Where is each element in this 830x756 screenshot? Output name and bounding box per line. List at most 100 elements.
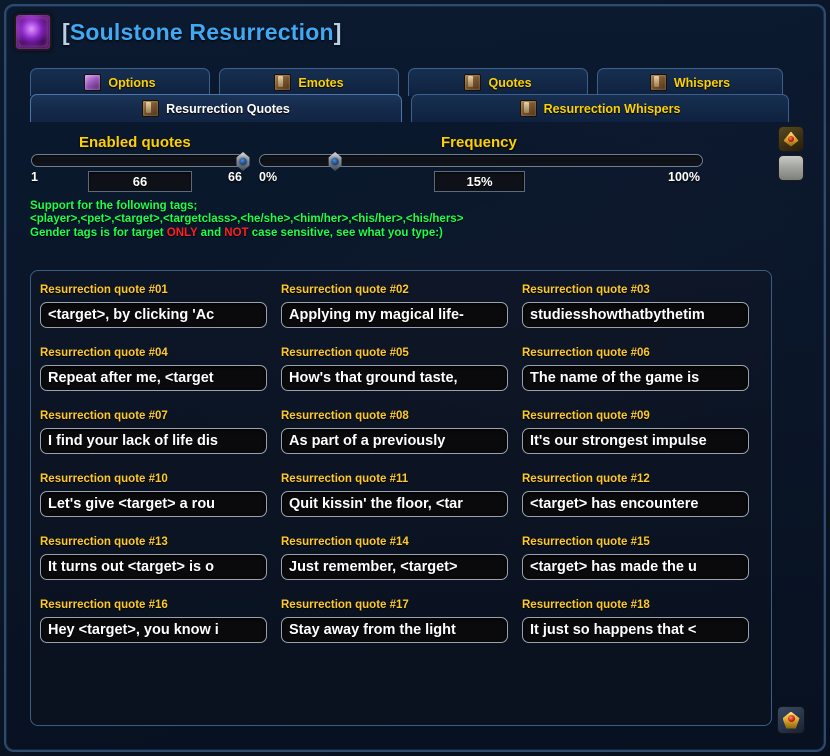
title-label: Soulstone Resurrection bbox=[69, 18, 334, 45]
quote-label: Resurrection quote #10 bbox=[40, 473, 168, 485]
quote-label: Resurrection quote #03 bbox=[522, 284, 650, 296]
tab-quotes[interactable]: Quotes bbox=[408, 68, 588, 96]
quote-input[interactable]: <target>, by clicking 'Ac bbox=[40, 302, 267, 328]
quote-cell: Resurrection quote #03 studiesshowthatbyt… bbox=[522, 284, 749, 328]
enabled-quotes-value-box[interactable]: 66 bbox=[88, 171, 192, 192]
quote-input[interactable]: How's that ground taste, bbox=[281, 365, 508, 391]
tab-quotes-label: Quotes bbox=[488, 75, 532, 90]
soulstone-orb-icon bbox=[14, 13, 52, 51]
gold-gem-icon bbox=[787, 715, 795, 723]
enabled-quotes-min-label: 1 bbox=[31, 170, 38, 184]
quote-label: Resurrection quote #15 bbox=[522, 536, 650, 548]
quote-input[interactable]: I find your lack of life dis bbox=[40, 428, 267, 454]
book-icon bbox=[464, 74, 482, 91]
title-close-bracket: ] bbox=[333, 18, 342, 45]
help-only-keyword: ONLY bbox=[166, 226, 198, 239]
quote-cell: Resurrection quote #14 Just remember, <ta… bbox=[281, 536, 508, 580]
quote-input[interactable]: As part of a previously bbox=[281, 428, 508, 454]
quote-input[interactable]: Stay away from the light bbox=[281, 617, 508, 643]
page-title: [Soulstone Resurrection] bbox=[62, 19, 342, 46]
quote-input[interactable]: studiesshowthatbythetim bbox=[522, 302, 749, 328]
quote-input[interactable]: Quit kissin' the floor, <tar bbox=[281, 491, 508, 517]
tab-emotes[interactable]: Emotes bbox=[219, 68, 399, 96]
quote-cell: Resurrection quote #10 Let's give <target… bbox=[40, 473, 267, 517]
resize-grip[interactable] bbox=[777, 706, 805, 734]
quotes-panel: Resurrection quote #01 <target>, by click… bbox=[30, 270, 772, 726]
quote-label: Resurrection quote #13 bbox=[40, 536, 168, 548]
blank-button[interactable] bbox=[778, 155, 804, 181]
tab-resurrection-quotes[interactable]: Resurrection Quotes bbox=[30, 94, 402, 122]
enabled-quotes-slider[interactable] bbox=[31, 152, 250, 171]
quote-input[interactable]: <target> has made the u bbox=[522, 554, 749, 580]
tab-row-primary: Options Emotes Quotes Whispers bbox=[30, 68, 783, 96]
quote-input[interactable]: It's our strongest impulse bbox=[522, 428, 749, 454]
book-icon bbox=[142, 100, 160, 117]
tab-resurrection-whispers-label: Resurrection Whispers bbox=[543, 101, 681, 116]
title-bar: [Soulstone Resurrection] bbox=[14, 12, 342, 52]
tab-whispers-label: Whispers bbox=[673, 75, 731, 90]
frequency-min-label: 0% bbox=[259, 170, 278, 184]
frequency-label: Frequency bbox=[441, 134, 517, 151]
quote-cell: Resurrection quote #06 The name of the ga… bbox=[522, 347, 749, 391]
quote-label: Resurrection quote #05 bbox=[281, 347, 409, 359]
quote-label: Resurrection quote #04 bbox=[40, 347, 168, 359]
help-line-3c: case sensitive, see what you type:) bbox=[248, 226, 443, 239]
title-open-bracket: [ bbox=[62, 18, 70, 45]
quote-label: Resurrection quote #07 bbox=[40, 410, 168, 422]
quote-input[interactable]: Applying my magical life- bbox=[281, 302, 508, 328]
quote-input[interactable]: It just so happens that < bbox=[522, 617, 749, 643]
quote-input[interactable]: Just remember, <target> bbox=[281, 554, 508, 580]
tab-options[interactable]: Options bbox=[30, 68, 210, 96]
tab-resurrection-quotes-label: Resurrection Quotes bbox=[166, 101, 290, 116]
quote-input[interactable]: The name of the game is bbox=[522, 365, 749, 391]
quote-label: Resurrection quote #02 bbox=[281, 284, 409, 296]
tab-resurrection-whispers[interactable]: Resurrection Whispers bbox=[411, 94, 789, 122]
frequency-value-box[interactable]: 15% bbox=[434, 171, 525, 192]
quote-label: Resurrection quote #09 bbox=[522, 410, 650, 422]
frequency-slider[interactable] bbox=[259, 152, 703, 171]
quote-input[interactable]: It turns out <target> is o bbox=[40, 554, 267, 580]
help-line-3b: and bbox=[197, 226, 225, 239]
quotes-grid: Resurrection quote #01 <target>, by click… bbox=[40, 284, 764, 662]
quote-label: Resurrection quote #18 bbox=[522, 599, 650, 611]
help-not-keyword: NOT bbox=[224, 226, 249, 239]
quote-cell: Resurrection quote #13 It turns out <targ… bbox=[40, 536, 267, 580]
book-icon bbox=[519, 100, 537, 117]
quote-cell: Resurrection quote #08 As part of a previ… bbox=[281, 410, 508, 454]
quote-cell: Resurrection quote #07 I find your lack o… bbox=[40, 410, 267, 454]
help-line-3a: Gender tags is for target bbox=[30, 226, 167, 239]
quote-label: Resurrection quote #01 bbox=[40, 284, 168, 296]
quote-label: Resurrection quote #17 bbox=[281, 599, 409, 611]
tab-whispers[interactable]: Whispers bbox=[597, 68, 783, 96]
tab-emotes-label: Emotes bbox=[298, 75, 344, 90]
quote-cell: Resurrection quote #09 It's our strongest… bbox=[522, 410, 749, 454]
enabled-quotes-max-label: 66 bbox=[228, 170, 242, 184]
enabled-quotes-label: Enabled quotes bbox=[79, 134, 191, 151]
quote-cell: Resurrection quote #18 It just so happens… bbox=[522, 599, 749, 643]
quote-cell: Resurrection quote #17 Stay away from the… bbox=[281, 599, 508, 643]
tag-help-text: Support for the following tags; <player>… bbox=[30, 200, 463, 240]
gold-gem-icon bbox=[788, 136, 794, 143]
quote-cell: Resurrection quote #15 <target> has made … bbox=[522, 536, 749, 580]
quote-label: Resurrection quote #08 bbox=[281, 410, 409, 422]
help-line-3: Gender tags is for target ONLY and NOT c… bbox=[30, 227, 463, 240]
addon-window: [Soulstone Resurrection] Options Emotes … bbox=[0, 0, 830, 756]
quote-cell: Resurrection quote #16 Hey <target>, you … bbox=[40, 599, 267, 643]
quote-cell: Resurrection quote #02 Applying my magica… bbox=[281, 284, 508, 328]
quote-cell: Resurrection quote #01 <target>, by click… bbox=[40, 284, 267, 328]
quote-input[interactable]: Hey <target>, you know i bbox=[40, 617, 267, 643]
book-icon bbox=[274, 74, 292, 91]
quote-label: Resurrection quote #14 bbox=[281, 536, 409, 548]
quote-label: Resurrection quote #16 bbox=[40, 599, 168, 611]
quote-label: Resurrection quote #06 bbox=[522, 347, 650, 359]
quote-input[interactable]: Repeat after me, <target bbox=[40, 365, 267, 391]
quote-input[interactable]: <target> has encountere bbox=[522, 491, 749, 517]
quote-label: Resurrection quote #11 bbox=[281, 473, 409, 485]
gem-button[interactable] bbox=[778, 126, 804, 152]
help-line-1: Support for the following tags; bbox=[30, 200, 198, 212]
help-line-2: <player>,<pet>,<target>,<targetclass>,<h… bbox=[30, 213, 464, 226]
quote-cell: Resurrection quote #05 How's that ground … bbox=[281, 347, 508, 391]
magic-icon bbox=[84, 74, 102, 91]
frequency-max-label: 100% bbox=[668, 170, 700, 184]
quote-input[interactable]: Let's give <target> a rou bbox=[40, 491, 267, 517]
